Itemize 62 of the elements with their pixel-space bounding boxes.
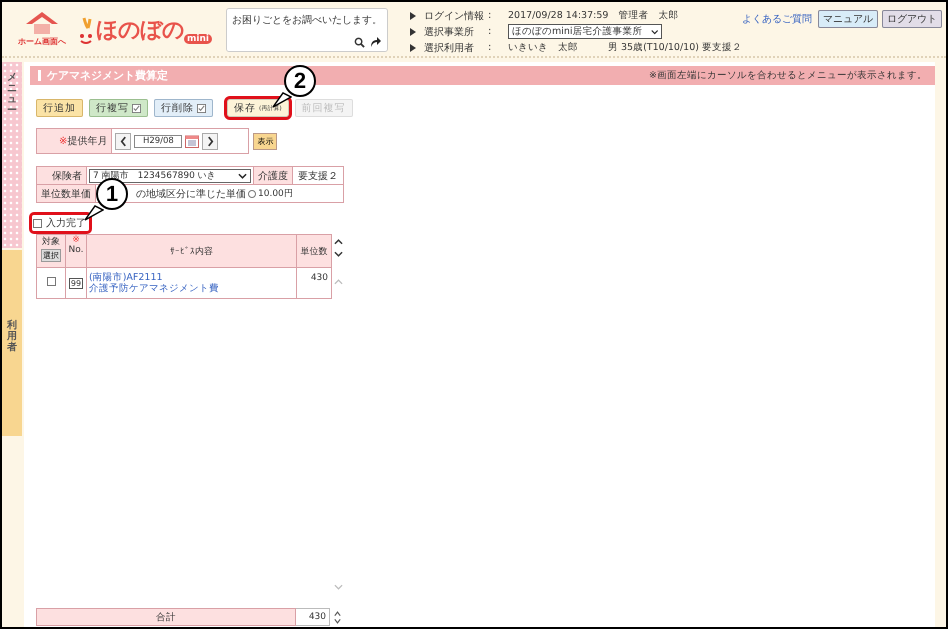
office-select[interactable]: ほのぼのmini居宅介護事業所 (508, 24, 662, 39)
side-tab[interactable]: 利用者 (2, 250, 22, 436)
chevron-down-icon (238, 172, 247, 178)
insurer-label: 保険者 (37, 167, 87, 184)
complete-checkbox-row[interactable]: 入力完了 (32, 215, 89, 231)
column-header: ｻｰﾋﾞｽ内容 (170, 246, 213, 256)
row-number: 99 (68, 278, 84, 288)
colon: : (488, 42, 492, 53)
toolbar-button[interactable]: 行追加 (36, 99, 83, 117)
checkbox-label: 入力完了 (46, 216, 86, 230)
select-button[interactable]: 選択 (41, 249, 61, 262)
redo-arrow-icon[interactable] (368, 36, 381, 48)
callout-pointer (84, 205, 104, 221)
faq-link[interactable]: よくあるご質問 (742, 12, 812, 26)
period-label: ※提供年月 (37, 129, 112, 153)
table-cell: 430 (310, 273, 328, 283)
care-level-label: 介護度 (254, 167, 293, 184)
toolbar-button[interactable]: 行複写 (89, 99, 148, 117)
info-label: ログイン情報 (424, 10, 485, 22)
column-header: 単位数 (300, 246, 328, 256)
total-label: 合計 (36, 608, 296, 626)
column-header: No. (68, 245, 84, 255)
info-value: いきいき 太郎 男 35歳(T10/10/10) 要支援２ (508, 41, 742, 54)
scroll-down-icon[interactable] (334, 251, 342, 257)
required-mark: ※ (71, 235, 81, 245)
radio-button[interactable] (248, 190, 256, 198)
column-header: 対象 (41, 236, 61, 248)
unit-price-label: 単位数単価 (37, 185, 96, 202)
service-name-link[interactable]: 介護予防ケアマネジメント費 (89, 283, 296, 294)
insurer-select[interactable]: 7 南陽市 1234567890 いき (89, 168, 251, 182)
info-label: 選択利用者 (424, 42, 475, 54)
show-button[interactable]: 表示 (253, 132, 278, 150)
calendar-icon[interactable] (185, 134, 200, 148)
unit-price-text: の地域区分に準じた単価 (136, 188, 246, 200)
checkbox[interactable] (46, 277, 56, 286)
search-icon[interactable] (354, 36, 365, 48)
total-value: 430 (296, 608, 330, 626)
chevron-left-icon (120, 136, 127, 146)
info-value: 2017/09/28 14:37:59 管理者 太郎 (508, 9, 678, 22)
help-search-box[interactable]: お困りごとをお調べいたします。 (226, 8, 388, 52)
chevron-down-icon (650, 28, 658, 34)
scroll-up-icon[interactable] (334, 239, 342, 245)
next-button[interactable] (202, 132, 218, 150)
colon: : (488, 26, 492, 37)
checked-box-icon (132, 104, 141, 112)
radio-label: 10.00円 (258, 188, 293, 200)
header-button[interactable]: ログアウト (882, 10, 942, 28)
home-button[interactable]: ホーム画面へ (18, 10, 66, 47)
page-title: ケアマネジメント費算定 (47, 68, 168, 83)
checked-box-icon (197, 104, 206, 112)
hint-text: ※画面左端にカーソルを合わせるとメニューが表示されます。 (649, 69, 927, 82)
spinner-icon[interactable] (333, 610, 342, 624)
previous-button[interactable] (115, 132, 132, 150)
chevron-right-icon (206, 136, 214, 146)
checkbox[interactable] (33, 218, 42, 228)
service-code-link[interactable]: (南陽市)AF2111 (89, 272, 296, 283)
toolbar-button[interactable]: 行削除 (154, 99, 213, 117)
info-label: 選択事業所 (424, 26, 475, 38)
side-tab[interactable]: メニュー (2, 62, 22, 248)
month-field[interactable]: H29/08 (134, 134, 182, 148)
header-button[interactable]: マニュアル (818, 10, 878, 28)
colon: : (488, 10, 492, 21)
